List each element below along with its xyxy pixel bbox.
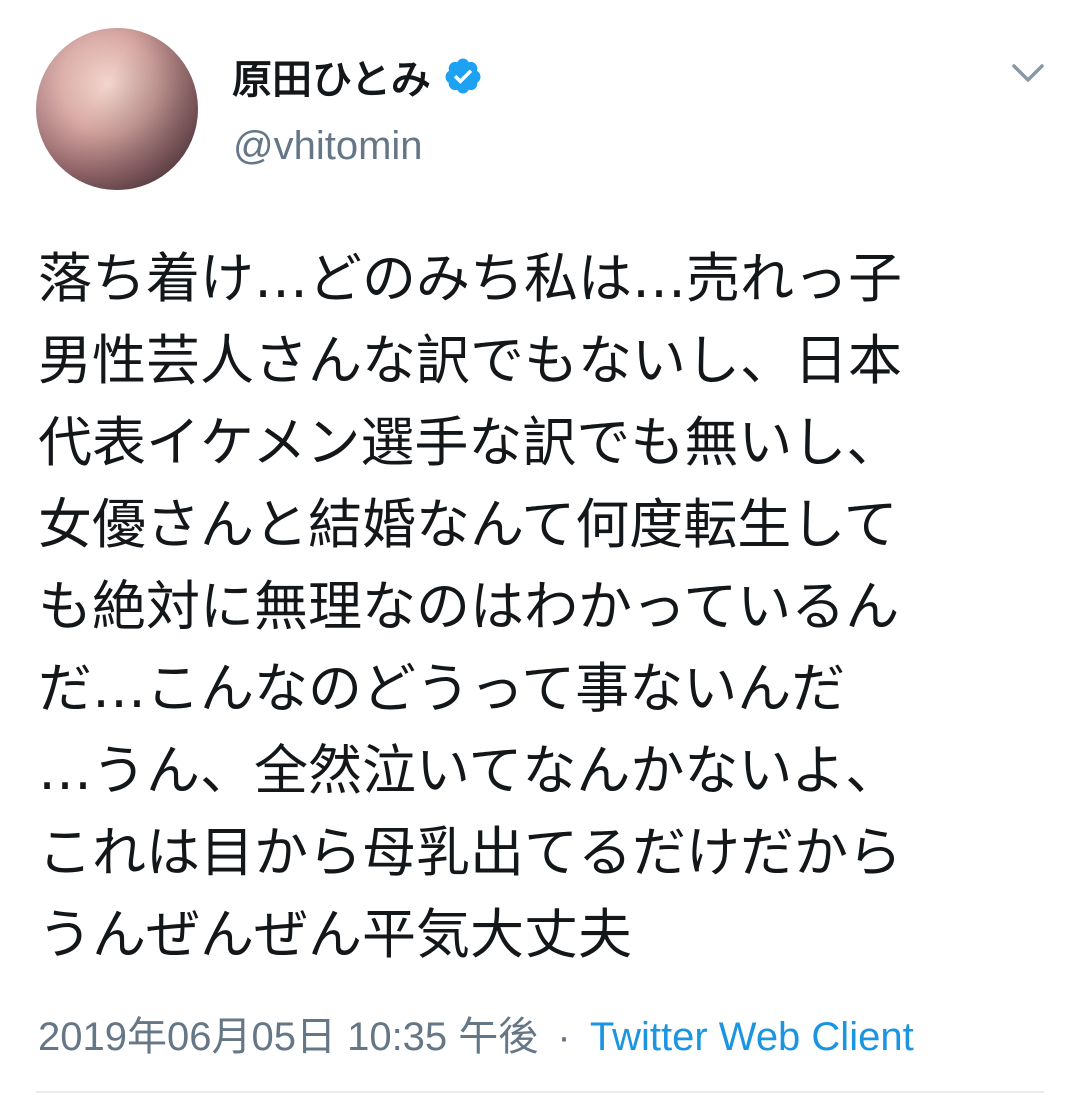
tweet-text-line: 女優さんと結婚なんて何度転生して — [38, 493, 898, 556]
display-name[interactable]: 原田ひとみ — [232, 47, 431, 105]
user-handle[interactable]: @vhitomin — [233, 124, 423, 169]
tweet-text-line: 男性芸人さんな訳でもないし、日本 — [38, 329, 902, 392]
tweet-text-line: これは目から母乳出てるだけだから — [38, 821, 902, 884]
divider — [36, 1091, 1044, 1093]
tweet-text-line: うんぜんぜん平気大丈夫 — [38, 903, 632, 966]
tweet-text-line: 落ち着け…どのみち私は…売れっ子 — [38, 247, 902, 310]
tweet-source-link[interactable]: Twitter Web Client — [590, 1015, 914, 1059]
tweet-text-line: 代表イケメン選手な訳でも無いし、 — [38, 411, 901, 474]
profile-avatar[interactable] — [36, 28, 198, 190]
tweet-card: 原田ひとみ @vhitomin 落ち着け…どのみち私は…売れっ子 男性芸人さんな… — [0, 0, 1080, 1104]
tweet-text-line: …うん、全然泣いてなんかないよ、 — [38, 739, 900, 802]
tweet-timestamp[interactable]: 2019年06月05日 10:35 午後 — [38, 1015, 538, 1059]
tweet-text-line: も絶対に無理なのはわかっているん — [38, 575, 900, 638]
verified-badge-icon — [443, 56, 483, 96]
meta-separator: · — [557, 1015, 571, 1059]
tweet-text-line: だ…こんなのどうって事ないんだ — [38, 657, 846, 720]
tweet-meta: 2019年06月05日 10:35 午後 · Twitter Web Clien… — [38, 1004, 914, 1062]
avatar-image — [36, 28, 198, 190]
user-name-row: 原田ひとみ — [232, 46, 483, 106]
tweet-text: 落ち着け…どのみち私は…売れっ子 男性芸人さんな訳でもないし、日本 代表イケメン… — [38, 238, 1048, 976]
chevron-down-icon[interactable] — [1010, 58, 1046, 88]
